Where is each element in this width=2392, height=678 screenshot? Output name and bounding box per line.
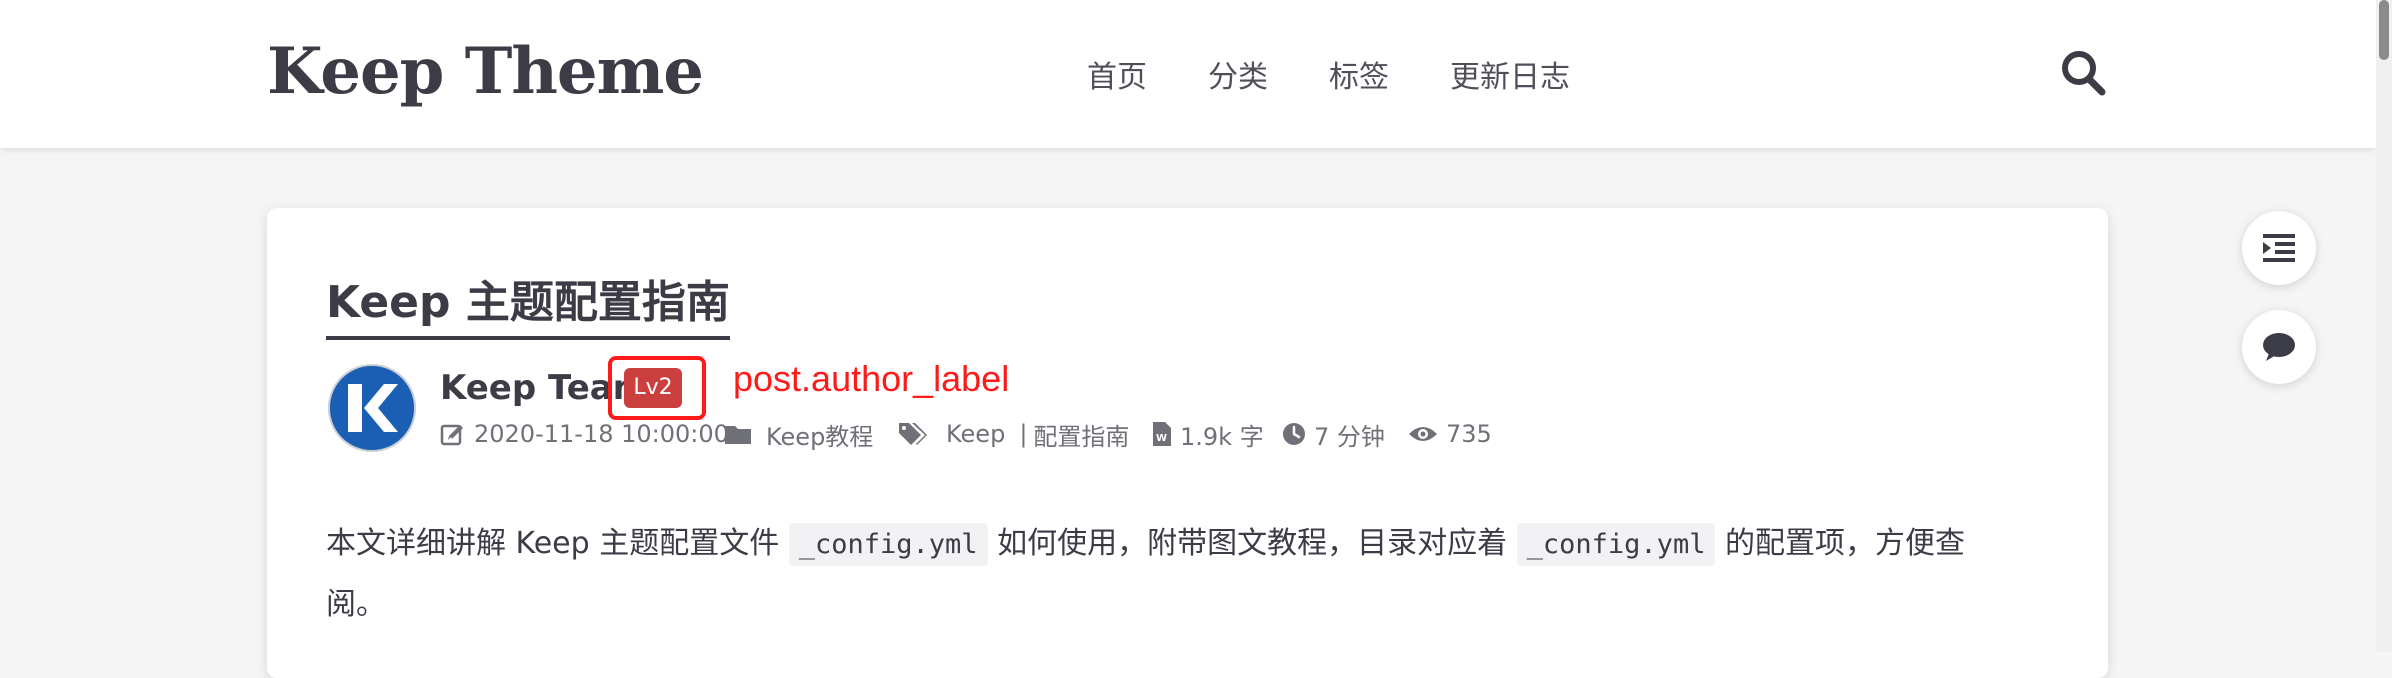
nav-home[interactable]: 首页 [1087, 52, 1147, 96]
eye-icon [1409, 427, 1437, 441]
post-views: 735 [1408, 418, 1492, 450]
site-logo[interactable]: Keep Theme [267, 34, 704, 109]
clock-icon [1283, 423, 1305, 445]
tag-link[interactable]: 配置指南 [1033, 417, 1129, 452]
inline-code: _config.yml [788, 523, 988, 566]
comment-icon [2263, 333, 2295, 361]
excerpt-text: 如何使用，附带图文教程，目录对应着 [987, 526, 1517, 561]
page-scrollbar[interactable] [2376, 0, 2392, 652]
post-excerpt: 本文详细讲解 Keep 主题配置文件 _config.yml 如何使用，附带图文… [326, 514, 2016, 635]
author-avatar[interactable] [328, 364, 416, 452]
post-tags: Keep | 配置指南 [898, 417, 1129, 452]
tag-link[interactable]: Keep [946, 420, 1005, 448]
tag-separator: | [1019, 420, 1028, 448]
post-category[interactable]: Keep教程 [724, 417, 873, 452]
svg-text:W: W [1156, 433, 1167, 444]
nav-changelog[interactable]: 更新日志 [1450, 52, 1570, 96]
post-word-count: W 1.9k 字 [1152, 418, 1264, 451]
post-title[interactable]: Keep 主题配置指南 [326, 266, 730, 340]
comment-button[interactable] [2242, 310, 2316, 384]
main-nav: 首页 分类 标签 更新日志 [1026, 52, 1570, 96]
inline-code: _config.yml [1516, 523, 1716, 566]
post-date-text: 2020-11-18 10:00:00 [474, 420, 729, 448]
search-icon[interactable] [2060, 48, 2108, 100]
post-reading-time: 7 分钟 [1282, 418, 1385, 451]
post-date: 2020-11-18 10:00:00 [440, 418, 729, 450]
reading-time-text: 7 分钟 [1314, 422, 1385, 451]
views-text: 735 [1446, 420, 1492, 448]
toc-toggle-icon [2263, 234, 2295, 262]
nav-tags[interactable]: 标签 [1329, 52, 1389, 96]
tags-icon [899, 423, 927, 445]
post-category-link[interactable]: Keep教程 [766, 417, 873, 452]
annotation-highlight-box [608, 356, 706, 420]
toc-toggle-button[interactable] [2242, 211, 2316, 285]
word-file-icon: W [1153, 422, 1171, 446]
annotation-label: post.author_label [733, 358, 1010, 399]
excerpt-text: 本文详细讲解 Keep 主题配置文件 [326, 526, 789, 561]
edit-icon [440, 424, 463, 446]
nav-categories[interactable]: 分类 [1208, 52, 1268, 96]
scrollbar-thumb[interactable] [2379, 0, 2389, 60]
folder-icon [725, 426, 751, 444]
word-count-text: 1.9k 字 [1180, 422, 1264, 451]
